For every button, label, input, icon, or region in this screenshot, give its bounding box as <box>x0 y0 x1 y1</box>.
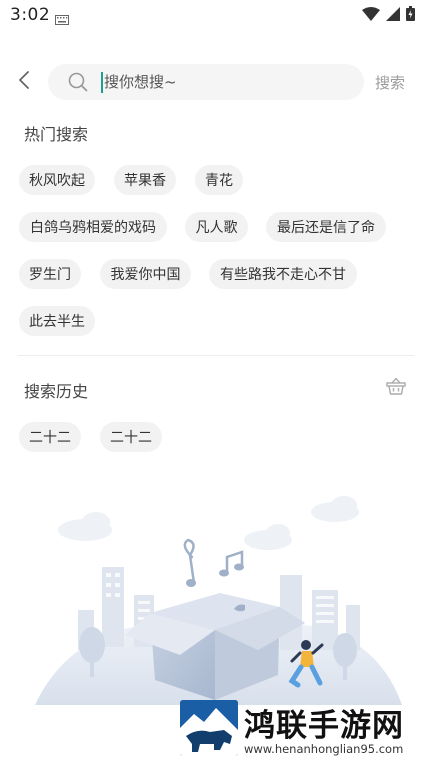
hot-tag[interactable]: 罗生门 <box>19 259 81 289</box>
history-title: 搜索历史 <box>24 382 89 401</box>
status-time: 3:02 <box>10 5 51 25</box>
watermark-url: www.henanhonglian95.com <box>244 742 404 756</box>
history-tag[interactable]: 二十二 <box>100 422 162 452</box>
chevron-left-icon <box>18 70 30 94</box>
hot-tag[interactable]: 我爱你中国 <box>100 259 191 289</box>
empty-state-illustration <box>30 495 410 705</box>
hot-tag[interactable]: 最后还是信了命 <box>266 212 386 242</box>
history-tag[interactable]: 二十二 <box>19 422 81 452</box>
back-button[interactable] <box>10 66 38 98</box>
status-bar: 3:02 <box>0 0 429 30</box>
hot-tag[interactable]: 白鸽乌鸦相爱的戏码 <box>19 212 167 242</box>
hot-search-title: 热门搜索 <box>24 125 89 144</box>
watermark: 鸿联手游网 www.henanhonglian95.com <box>180 700 420 758</box>
signal-icon <box>386 6 400 25</box>
search-icon <box>68 72 88 96</box>
hot-tag[interactable]: 有些路我不走心不甘 <box>209 259 357 289</box>
search-input[interactable] <box>104 64 344 100</box>
search-bar[interactable] <box>48 64 364 100</box>
watermark-logo <box>180 700 238 756</box>
hot-tag[interactable]: 青花 <box>195 165 243 195</box>
hot-tag[interactable]: 此去半生 <box>19 306 95 336</box>
watermark-title: 鸿联手游网 <box>244 708 404 744</box>
section-divider <box>18 355 414 356</box>
hot-tag[interactable]: 苹果香 <box>114 165 176 195</box>
hot-tag[interactable]: 凡人歌 <box>185 212 248 242</box>
hot-tag[interactable]: 秋风吹起 <box>19 165 95 195</box>
text-cursor <box>101 72 103 93</box>
wifi-icon <box>362 6 380 25</box>
basket-icon <box>386 377 406 399</box>
search-button[interactable]: 搜索 <box>375 72 405 93</box>
keyboard-icon <box>55 10 69 29</box>
battery-icon <box>406 6 415 25</box>
clear-history-button[interactable] <box>386 377 406 399</box>
